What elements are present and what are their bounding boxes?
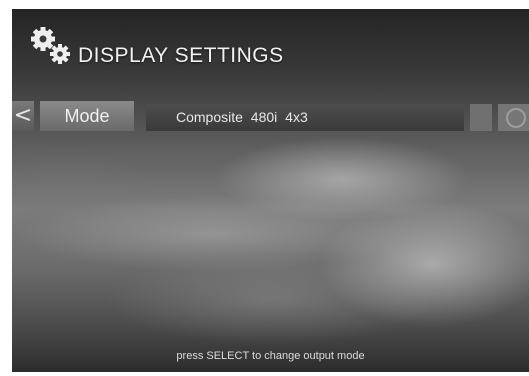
next-circle-icon[interactable] xyxy=(498,104,529,131)
setting-label: Mode xyxy=(40,101,134,131)
setting-value[interactable]: Composite 480i 4x3 xyxy=(146,104,464,131)
setting-row-mode[interactable]: < Mode Composite 480i 4x3 xyxy=(12,101,529,131)
previous-arrow-button[interactable]: < xyxy=(12,101,34,131)
option-square-button[interactable] xyxy=(470,104,492,131)
circle-icon xyxy=(506,108,526,128)
footer-hint: press SELECT to change output mode xyxy=(176,350,365,362)
gears-icon xyxy=(28,25,76,69)
display-settings-screen: DISPLAY SETTINGS < Mode Composite 480i 4… xyxy=(12,9,529,372)
page-title: DISPLAY SETTINGS xyxy=(78,44,284,67)
